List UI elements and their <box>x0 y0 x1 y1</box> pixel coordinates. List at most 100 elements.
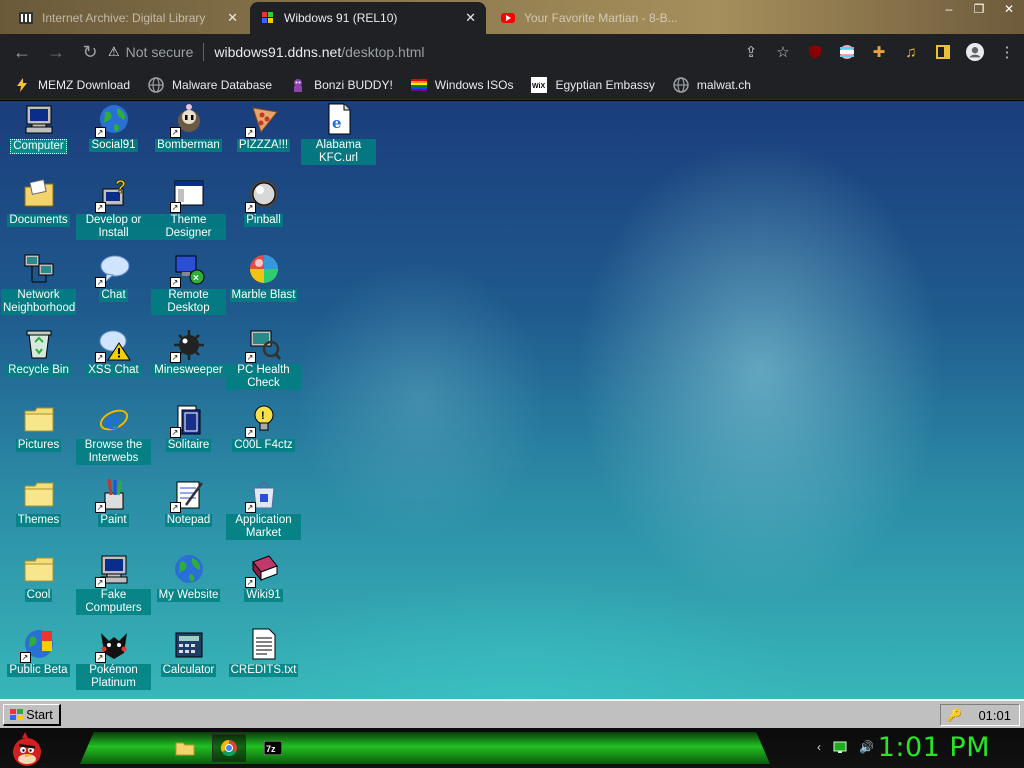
desktop-icon-credits-txt[interactable]: CREDITS.txt <box>226 627 301 677</box>
desktop-icon-browse-the-interwebs[interactable]: e Browse the Interwebs <box>76 402 151 465</box>
notepad-icon: ↗ <box>169 477 206 513</box>
bookmark-memz[interactable]: MEMZ Download <box>14 77 130 93</box>
desktop-icon-alabama-kfc-url[interactable]: e Alabama KFC.url <box>301 102 376 165</box>
media-icon[interactable]: ♫ <box>902 43 920 61</box>
bolt-icon <box>17 77 27 92</box>
shortcut-arrow-icon: ↗ <box>244 577 256 588</box>
desktop-icon-recycle-bin[interactable]: Recycle Bin <box>1 327 76 377</box>
tab-youtube[interactable]: Your Favorite Martian - 8-B... <box>490 2 720 34</box>
bookmark-star-icon[interactable]: ☆ <box>774 43 792 61</box>
key-icon[interactable]: 🔑 <box>947 708 962 722</box>
tab-wibdows91[interactable]: Wibdows 91 (REL10) ✕ <box>250 2 486 34</box>
share-icon[interactable]: ⇪ <box>742 43 760 61</box>
close-icon[interactable]: ✕ <box>219 10 238 26</box>
ublock-icon[interactable] <box>806 43 824 61</box>
angry-bird-start-icon[interactable] <box>8 730 46 768</box>
taskbar-7zip-button[interactable]: 7z <box>256 734 290 762</box>
desktop-icon-marble-blast[interactable]: Marble Blast <box>226 252 301 302</box>
bookmark-malwatch[interactable]: malwat.ch <box>673 76 751 93</box>
desktop-icon-theme-designer[interactable]: ↗ Theme Designer <box>151 177 226 240</box>
desktop-icon-calculator[interactable]: Calculator <box>151 627 226 677</box>
desktop-icon-pc-health-check[interactable]: ↗ PC Health Check <box>226 327 301 390</box>
desktop-icon-label: Minesweeper <box>152 364 225 377</box>
profile-avatar-icon[interactable] <box>966 43 984 61</box>
taskbar-folder-button[interactable] <box>168 734 202 762</box>
desktop-icon-bomberman[interactable]: ↗ Bomberman <box>151 102 226 152</box>
shortcut-arrow-icon: ↗ <box>244 202 256 213</box>
desktop-icon-c00l-f4ctz[interactable]: ! ↗ C00L F4ctz <box>226 402 301 452</box>
desktop-icon-xss-chat[interactable]: ↗ XSS Chat <box>76 327 151 377</box>
forward-icon[interactable]: → <box>40 36 72 68</box>
desktop-icon-social91[interactable]: ↗ Social91 <box>76 102 151 152</box>
desktop-icon-label: PC Health Check <box>226 364 301 390</box>
desktop-icon-develop-or-install[interactable]: ? ↗ Develop or Install <box>76 177 151 240</box>
win95-clock[interactable]: 01:01 <box>978 708 1011 723</box>
desktop-icon-remote-desktop[interactable]: × ↗ Remote Desktop <box>151 252 226 315</box>
desktop-icon-application-market[interactable]: ↗ Application Market <box>226 477 301 540</box>
maximize-icon[interactable]: ❐ <box>964 0 994 20</box>
bomberman-icon: ↗ <box>169 102 206 138</box>
desktop-icon-pictures[interactable]: Pictures <box>1 402 76 452</box>
desktop-icon-computer[interactable]: Computer <box>1 102 76 154</box>
extensions-puzzle-icon[interactable]: ✚ <box>870 43 888 61</box>
desktop-icon-minesweeper[interactable]: ↗ Minesweeper <box>151 327 226 377</box>
desktop-icon-pinball[interactable]: ↗ Pinball <box>226 177 301 227</box>
svg-text:WiX: WiX <box>532 83 545 90</box>
desktop-icon-fake-computers[interactable]: ↗ Fake Computers <box>76 552 151 615</box>
desktop-icon-wiki91[interactable]: ↗ Wiki91 <box>226 552 301 602</box>
desktop-icon-notepad[interactable]: ↗ Notepad <box>151 477 226 527</box>
volume-icon[interactable]: 🔊 <box>859 740 874 757</box>
reload-icon[interactable]: ↻ <box>74 36 106 68</box>
folder-icon <box>22 552 56 586</box>
desktop-icon-paint[interactable]: ↗ Paint <box>76 477 151 527</box>
shortcut-arrow-icon: ↗ <box>169 502 181 513</box>
bookmark-egyptian-embassy[interactable]: WiX Egyptian Embassy <box>531 76 655 93</box>
bookmark-malware-database[interactable]: Malware Database <box>148 76 272 93</box>
svg-text:7z: 7z <box>266 744 276 754</box>
network-status-icon[interactable] <box>833 740 847 757</box>
host-clock[interactable]: 1:01 PM <box>878 732 990 763</box>
extension-flag-icon[interactable] <box>838 43 856 61</box>
bookmark-windows-isos[interactable]: Windows ISOs <box>410 77 513 93</box>
rainbow-flag-icon <box>410 78 427 91</box>
address-bar[interactable]: ⚠ Not secure wibdows91.ddns.net /desktop… <box>108 37 788 67</box>
chevron-left-icon[interactable]: ‹ <box>817 740 821 757</box>
desktop-icon-my-website[interactable]: My Website <box>151 552 226 602</box>
security-label[interactable]: Not secure <box>126 44 194 60</box>
cards-icon: ↗ <box>169 402 206 438</box>
close-window-icon[interactable]: ✕ <box>994 0 1024 20</box>
svg-text:?: ? <box>115 177 126 197</box>
bookmark-bonzi-buddy[interactable]: Bonzi BUDDY! <box>290 77 393 93</box>
back-icon[interactable]: ← <box>6 36 38 68</box>
desktop-icon-label: Bomberman <box>155 139 222 152</box>
desktop-icon-cool[interactable]: Cool <box>1 552 76 602</box>
desktop-icon-public-beta[interactable]: ↗ Public Beta <box>1 627 76 677</box>
url-host[interactable]: wibdows91.ddns.net <box>214 44 341 60</box>
desktop-icon-label: Application Market <box>226 514 301 540</box>
warning-icon[interactable]: ⚠ <box>108 44 120 60</box>
minimize-icon[interactable]: – <box>934 0 964 20</box>
tab-title: Your Favorite Martian - 8-B... <box>524 11 678 25</box>
menu-kebab-icon[interactable]: ⋮ <box>998 43 1016 61</box>
desktop-icon-pok-mon-platinum[interactable]: ↗ Pokémon Platinum <box>76 627 151 690</box>
url-path[interactable]: /desktop.html <box>341 44 424 60</box>
desktop-icon-themes[interactable]: Themes <box>1 477 76 527</box>
side-panel-icon[interactable] <box>934 43 952 61</box>
desktop-icon-pizzza[interactable]: ↗ PIZZZA!!! <box>226 102 301 152</box>
desktop-icon-solitaire[interactable]: ↗ Solitaire <box>151 402 226 452</box>
desktop[interactable]: Computer ↗ Social91 ↗ Bomberman ↗ PIZZZA!!! e Al… <box>0 101 1024 699</box>
desktop-icon-documents[interactable]: Documents <box>1 177 76 227</box>
desktop-icon-chat[interactable]: ↗ Chat <box>76 252 151 302</box>
bookmark-label: malwat.ch <box>696 77 751 92</box>
svg-text:e: e <box>332 114 342 132</box>
taskbar-chrome-button[interactable] <box>212 734 246 762</box>
desktop-icon-label: Documents <box>7 214 70 227</box>
shortcut-arrow-icon: ↗ <box>169 352 181 363</box>
health-check-icon: ↗ <box>244 327 281 363</box>
close-icon[interactable]: ✕ <box>457 10 476 26</box>
shortcut-arrow-icon: ↗ <box>244 502 256 513</box>
tab-internet-archive[interactable]: Internet Archive: Digital Library ✕ <box>8 2 248 34</box>
desktop-icon-network-neighborhood[interactable]: Network Neighborhood <box>1 252 76 315</box>
start-button[interactable]: Start <box>3 704 61 726</box>
chat-warning-icon: ↗ <box>94 327 131 363</box>
